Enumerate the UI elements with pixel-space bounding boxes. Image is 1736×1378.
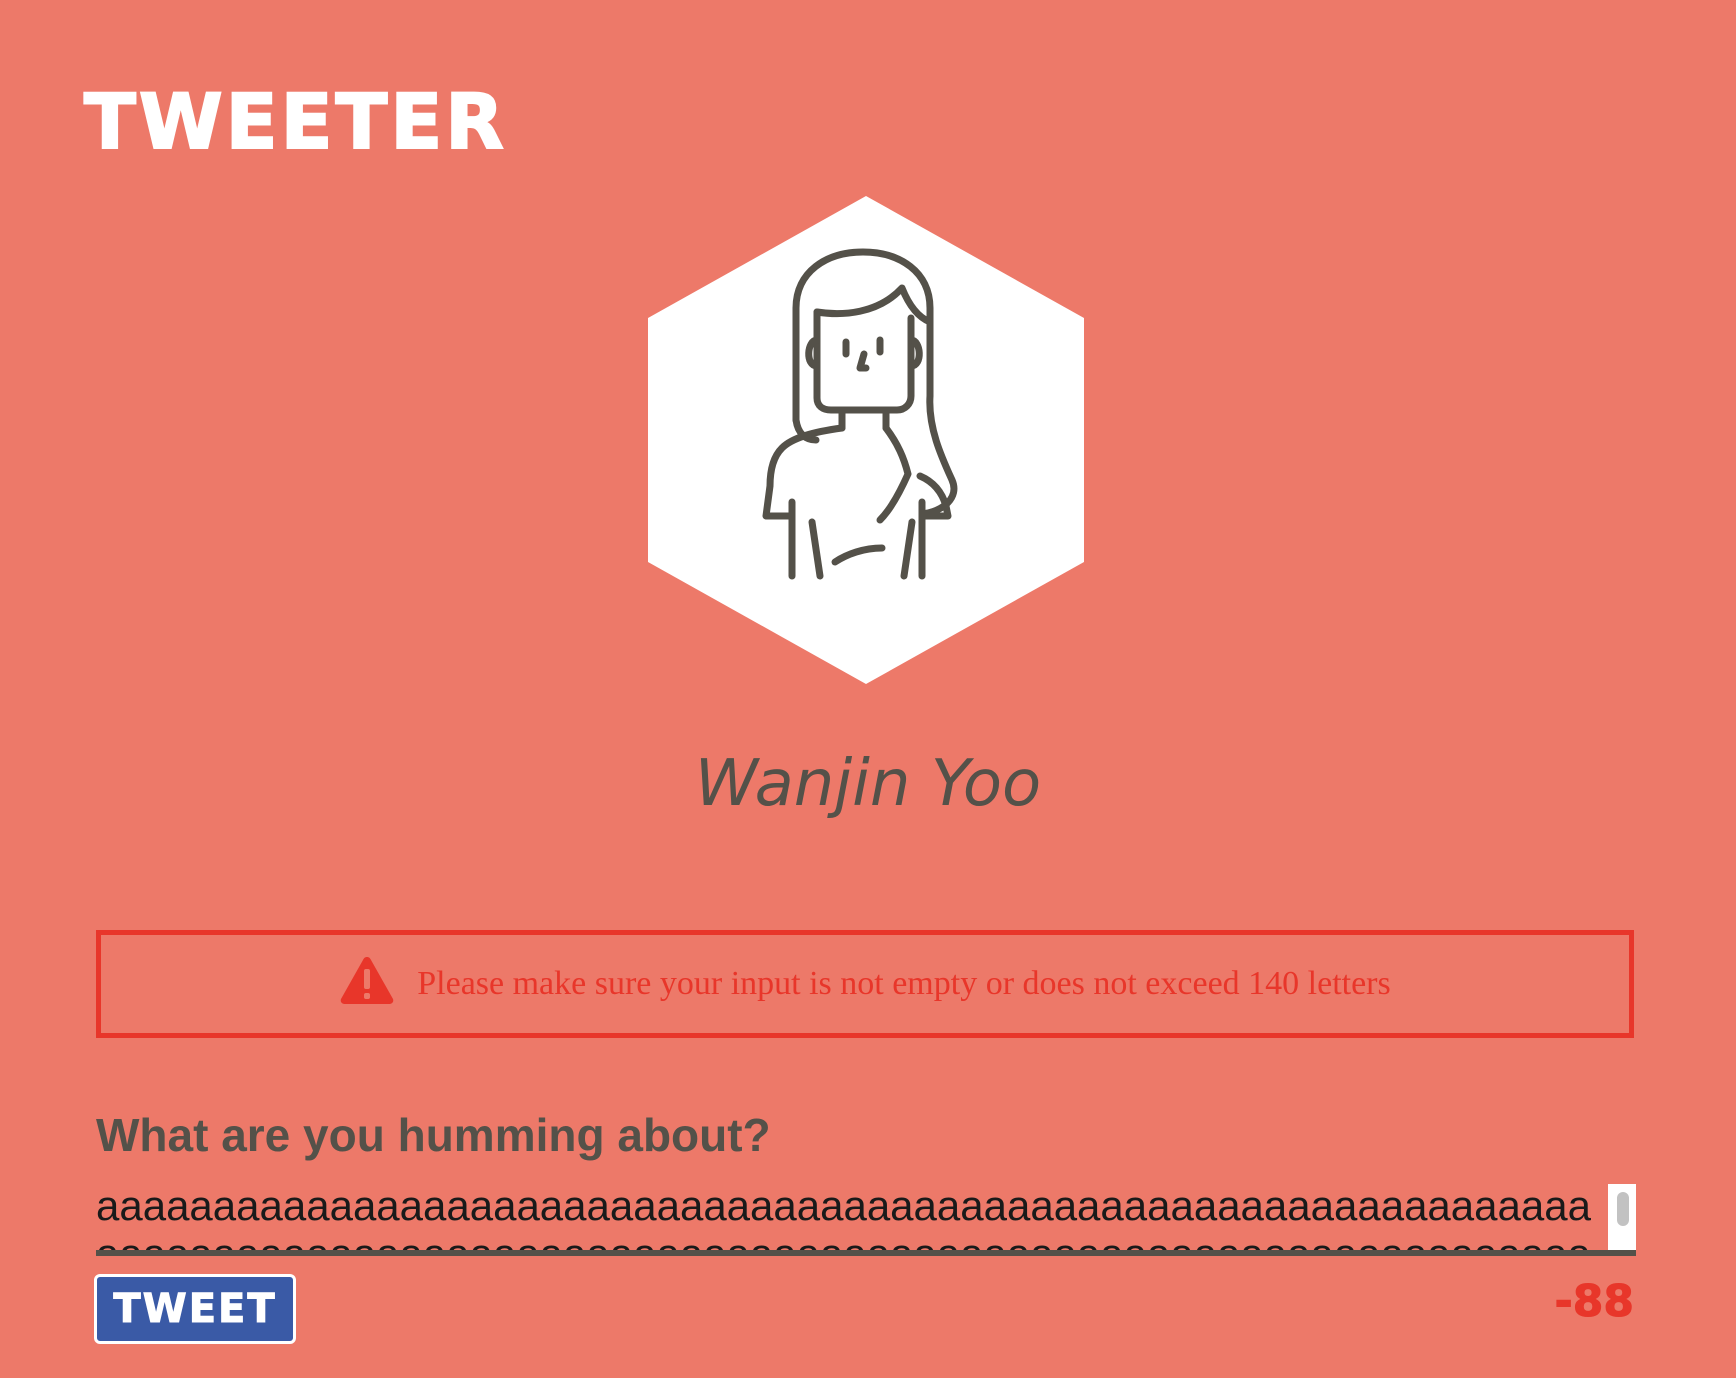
tweet-button[interactable]: TWEET: [94, 1274, 296, 1344]
tweet-textarea-container: [96, 1178, 1636, 1256]
woman-portrait-icon: [648, 196, 1084, 684]
composer-label: What are you humming about?: [96, 1109, 771, 1161]
warning-triangle-icon: [340, 957, 394, 1004]
avatar: [642, 196, 1090, 684]
app-logo: TWEETER: [83, 77, 507, 166]
error-alert: Please make sure your input is not empty…: [96, 930, 1634, 1038]
character-counter: -88: [1554, 1276, 1634, 1327]
user-name: Wanjin Yoo: [694, 747, 1042, 821]
error-message: Please make sure your input is not empty…: [417, 965, 1391, 1002]
tweet-textarea[interactable]: [96, 1178, 1608, 1250]
scrollbar-thumb[interactable]: [1617, 1192, 1629, 1226]
textarea-scrollbar[interactable]: [1608, 1184, 1636, 1250]
